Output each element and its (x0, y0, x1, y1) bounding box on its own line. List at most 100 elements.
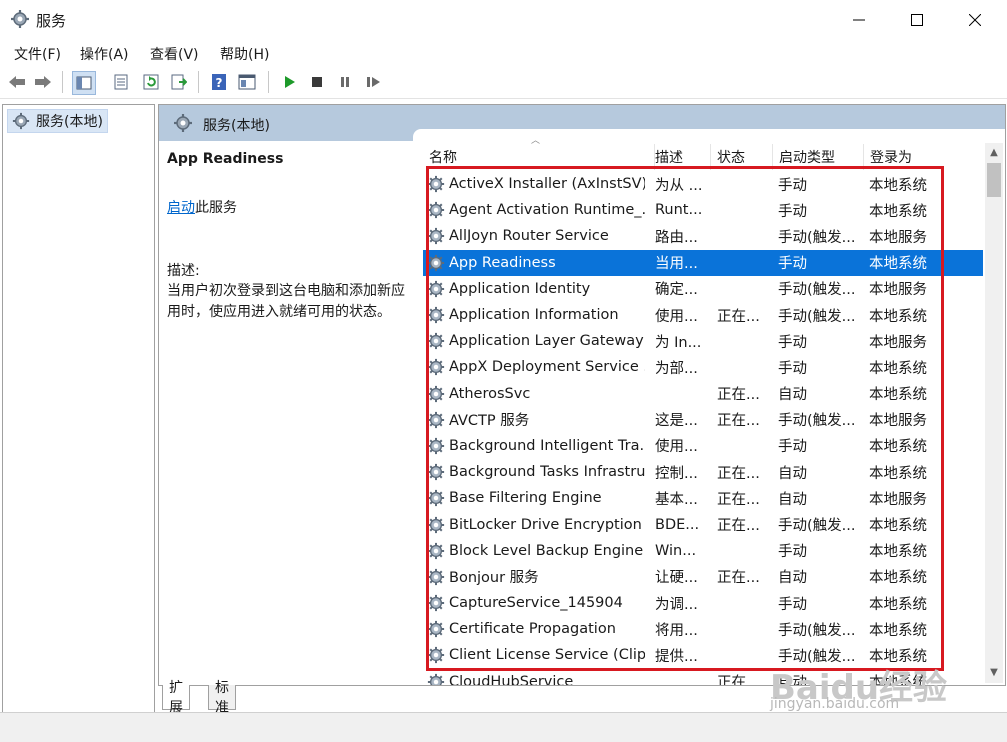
table-row[interactable]: Bonjour 服务让硬...正在...自动本地系统 (423, 564, 983, 590)
service-icon-cell (425, 171, 447, 197)
restart-service-button[interactable] (362, 71, 384, 93)
restart-icon (365, 75, 381, 89)
show-hide-tree-button[interactable] (72, 71, 96, 95)
service-description (655, 669, 711, 686)
table-row[interactable]: Application Identity确定...手动(触发...本地服务 (423, 276, 983, 302)
start-service-link[interactable]: 启动 (167, 200, 195, 216)
table-row[interactable]: Background Tasks Infrastru...控制...正在...自… (423, 459, 983, 485)
service-gear-icon (427, 254, 445, 272)
column-header-status[interactable]: 状态 (711, 144, 773, 170)
vertical-scrollbar[interactable]: ▲ ▼ (985, 143, 1003, 683)
column-header-startup-type[interactable]: 启动类型 (773, 144, 864, 170)
table-row[interactable]: App Readiness当用...手动本地系统 (423, 250, 983, 276)
service-logon-as: 本地系统 (869, 511, 949, 537)
service-description: 当用... (655, 250, 711, 276)
service-startup-type: 手动(触发... (778, 407, 864, 433)
service-status (717, 538, 773, 564)
service-status: 正在... (717, 564, 773, 590)
minimize-button[interactable] (830, 0, 888, 40)
scroll-down-icon[interactable]: ▼ (985, 663, 1003, 681)
forward-button[interactable] (32, 71, 54, 93)
menu-view[interactable]: 查看(V) (150, 44, 199, 64)
service-logon-as: 本地服务 (869, 407, 949, 433)
console-button[interactable] (236, 71, 258, 93)
service-name: Application Identity (449, 276, 645, 302)
tab-standard[interactable]: 标准 (208, 685, 236, 710)
properties-button[interactable] (110, 71, 132, 93)
service-logon-as: 本地系统 (869, 171, 949, 197)
service-name: Base Filtering Engine (449, 485, 645, 511)
table-row[interactable]: Application Information使用...正在...手动(触发..… (423, 302, 983, 328)
service-name: Certificate Propagation (449, 616, 645, 642)
start-service-button[interactable] (278, 71, 300, 93)
table-row[interactable]: CaptureService_145904为调...手动本地系统 (423, 590, 983, 616)
service-gear-icon (427, 175, 445, 193)
service-description: 使用... (655, 433, 711, 459)
refresh-icon (143, 74, 159, 90)
selected-service-title: App Readiness (167, 151, 283, 167)
service-action: 启动此服务 (167, 197, 237, 217)
pane-header-title: 服务(本地) (203, 115, 270, 135)
help-button[interactable]: ? (208, 71, 230, 93)
menu-action[interactable]: 操作(A) (80, 44, 129, 64)
service-logon-as: 本地系统 (869, 616, 949, 642)
scrollbar-thumb[interactable] (987, 163, 1001, 197)
export-list-button[interactable] (168, 71, 190, 93)
table-row[interactable]: Background Intelligent Tra...使用...手动本地系统 (423, 433, 983, 459)
service-status (717, 276, 773, 302)
service-gear-icon (427, 673, 445, 686)
service-logon-as: 本地服务 (869, 223, 949, 249)
table-row[interactable]: Certificate Propagation将用...手动(触发...本地系统 (423, 616, 983, 642)
service-description: 使用... (655, 302, 711, 328)
table-row[interactable]: Agent Activation Runtime_...Runt...手动本地系… (423, 197, 983, 223)
service-startup-type: 自动 (778, 564, 864, 590)
table-row[interactable]: ActiveX Installer (AxInstSV)为从 ...手动本地系统 (423, 171, 983, 197)
menu-help[interactable]: 帮助(H) (220, 44, 269, 64)
table-row[interactable]: AllJoyn Router Service路由...手动(触发...本地服务 (423, 223, 983, 249)
table-row[interactable]: Application Layer Gateway ...为 In...手动本地… (423, 328, 983, 354)
service-startup-type: 手动 (778, 538, 864, 564)
close-button[interactable] (946, 0, 1004, 40)
menu-bar: 文件(F) 操作(A) 查看(V) 帮助(H) (0, 40, 1007, 66)
service-gear-icon (427, 542, 445, 560)
maximize-button[interactable] (888, 0, 946, 40)
description-text: 当用户初次登录到这台电脑和添加新应用时，使应用进入就绪可用的状态。 (167, 281, 412, 323)
service-gear-icon (427, 437, 445, 455)
column-header-description[interactable]: 描述 (649, 144, 711, 170)
service-description: 基本... (655, 485, 711, 511)
pause-service-button[interactable] (334, 71, 356, 93)
service-gear-icon (427, 385, 445, 403)
back-button[interactable] (6, 71, 28, 93)
tree-item-label: 服务(本地) (36, 111, 103, 131)
service-status (717, 590, 773, 616)
table-row[interactable]: Block Level Backup Engine ...Win...手动本地系… (423, 538, 983, 564)
service-name: AppX Deployment Service ... (449, 354, 645, 380)
table-row[interactable]: AVCTP 服务这是...正在...手动(触发...本地服务 (423, 407, 983, 433)
service-name: AVCTP 服务 (449, 407, 645, 433)
service-gear-icon (427, 646, 445, 664)
table-row[interactable]: Base Filtering Engine基本...正在...自动本地服务 (423, 485, 983, 511)
service-description: 这是... (655, 407, 711, 433)
service-logon-as: 本地服务 (869, 328, 949, 354)
service-gear-icon (427, 306, 445, 324)
service-icon-cell (425, 407, 447, 433)
service-startup-type: 手动 (778, 197, 864, 223)
tree-item-services-local[interactable]: 服务(本地) (7, 109, 108, 133)
service-icon-cell (425, 459, 447, 485)
refresh-button[interactable] (140, 71, 162, 93)
service-status (717, 354, 773, 380)
table-row[interactable]: BitLocker Drive Encryption ...BDE...正在..… (423, 511, 983, 537)
service-name: BitLocker Drive Encryption ... (449, 511, 645, 537)
menu-file[interactable]: 文件(F) (14, 44, 61, 64)
table-row[interactable]: AtherosSvc正在...自动本地系统 (423, 381, 983, 407)
column-header-logon-as[interactable]: 登录为 (864, 144, 948, 170)
service-icon-cell (425, 328, 447, 354)
service-gear-icon (427, 411, 445, 429)
service-logon-as: 本地系统 (869, 590, 949, 616)
stop-service-button[interactable] (306, 71, 328, 93)
table-row[interactable]: AppX Deployment Service ...为部...手动本地系统 (423, 354, 983, 380)
tab-extended[interactable]: 扩展 (162, 685, 190, 710)
scroll-up-icon[interactable]: ▲ (985, 143, 1003, 161)
column-header-name[interactable]: 名称 (423, 144, 655, 170)
service-status: 正在... (717, 485, 773, 511)
